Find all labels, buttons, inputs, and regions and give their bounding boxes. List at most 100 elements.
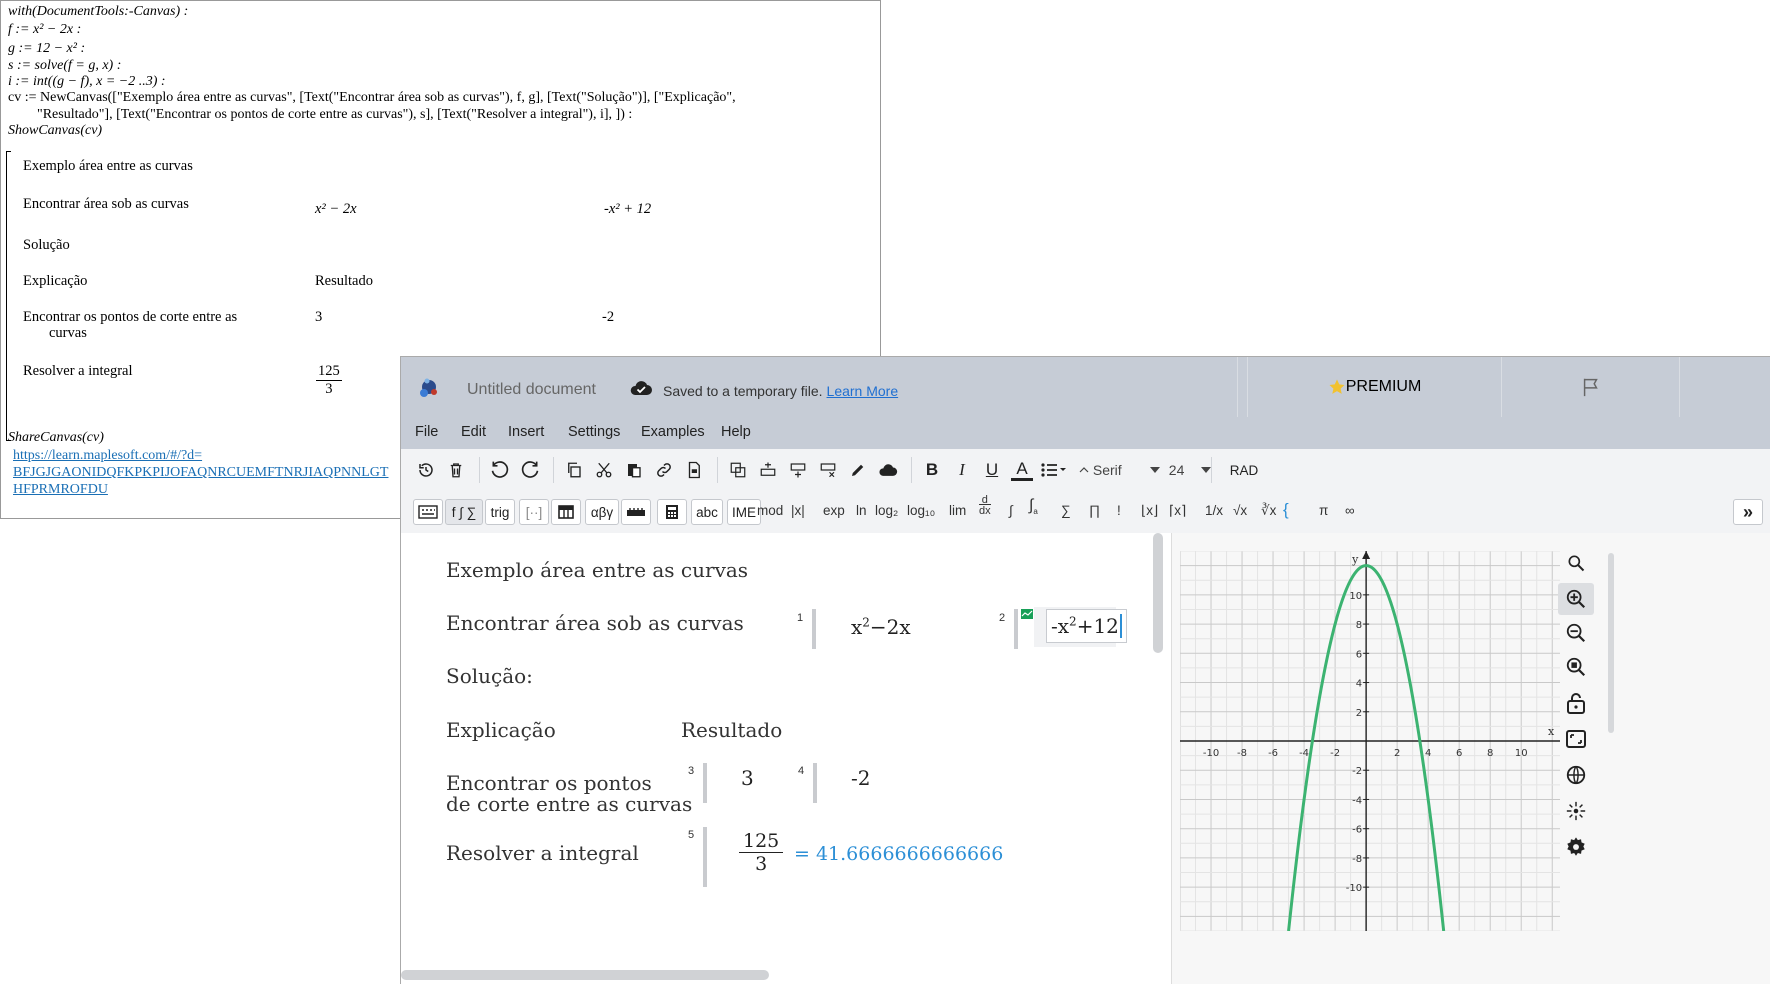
graph-scrollbar[interactable] [1608, 553, 1614, 733]
italic-button[interactable]: I [951, 459, 973, 481]
underline-button[interactable]: U [981, 459, 1003, 481]
insert-row-below-icon[interactable] [787, 459, 809, 481]
menu-edit[interactable]: Edit [461, 424, 486, 440]
maple-share-cmd[interactable]: ShareCanvas(cv) [8, 429, 104, 446]
abs-button[interactable]: |x| [791, 503, 805, 518]
equation-1-expr[interactable]: x2−2x [851, 615, 911, 639]
product-button[interactable]: ∏ [1089, 503, 1100, 518]
doc-row3-label-cont[interactable]: de corte entre as curvas [446, 793, 692, 815]
expand-toolbar-button[interactable]: » [1733, 499, 1763, 525]
menu-insert[interactable]: Insert [508, 424, 544, 440]
menu-help[interactable]: Help [721, 424, 751, 440]
bold-button[interactable]: B [921, 459, 943, 481]
copy-icon[interactable] [563, 459, 585, 481]
history-icon[interactable] [415, 459, 437, 481]
plot-svg[interactable]: x y -10 -8 -6 -4 -2 2 4 6 8 10 -10 -8 -6 -4 -2 2 4 6 8 10 [1180, 551, 1560, 931]
functions-palette-button[interactable]: f ∫ ∑ [445, 499, 483, 525]
document-icon[interactable] [683, 459, 705, 481]
floor-button[interactable]: ⌊x⌋ [1141, 503, 1158, 519]
font-family-select[interactable]: Serif [1079, 459, 1129, 481]
pi-button[interactable]: π [1319, 503, 1328, 518]
doc-title-text[interactable]: Exemplo área entre as curvas [446, 559, 748, 581]
doc-resultado[interactable]: Resultado [681, 719, 782, 741]
cut-icon[interactable] [593, 459, 615, 481]
cbrt-button[interactable]: ∛x [1261, 503, 1276, 519]
equation-5-fraction[interactable]: 125 3 [739, 830, 784, 875]
insert-group-icon[interactable] [727, 459, 749, 481]
angle-mode-button[interactable]: RAD [1227, 459, 1261, 481]
doc-row1-label[interactable]: Encontrar área sob as curvas [446, 612, 744, 634]
equation-4-value[interactable]: -2 [851, 766, 870, 790]
ln-button[interactable]: ln [856, 503, 867, 518]
infinity-button[interactable]: ∞ [1345, 503, 1355, 518]
maple-cmd-line[interactable]: g := 12 − x² : [8, 40, 85, 57]
maple-cmd-line[interactable]: with(DocumentTools:-Canvas) : [8, 3, 188, 20]
insert-row-above-icon[interactable] [757, 459, 779, 481]
share-link[interactable]: https://learn.maplesoft.com/#/?d= [13, 447, 202, 464]
log10-button[interactable]: log₁₀ [907, 503, 935, 518]
doc-explicacao[interactable]: Explicação [446, 719, 556, 741]
limit-button[interactable]: lim [949, 503, 966, 518]
piecewise-button[interactable]: { [1283, 500, 1289, 520]
maple-cmd-line[interactable]: "Resultado"], [Text("Encontrar os pontos… [37, 106, 632, 123]
trig-palette-button[interactable]: trig [485, 499, 515, 525]
zoom-reset-button[interactable] [1558, 547, 1594, 579]
equation-2-input[interactable]: -x2+12 [1046, 609, 1127, 643]
zoom-fit-button[interactable] [1558, 651, 1594, 683]
list-icon[interactable] [1039, 459, 1069, 481]
share-link[interactable]: BFJGJGAONIDQFKPKPIJOFAQNRCUEMFTNRJIAQPNN… [13, 464, 388, 481]
maple-cmd-line[interactable]: ShowCanvas(cv) [8, 122, 102, 139]
sum-button[interactable]: ∑ [1061, 503, 1071, 518]
exp-button[interactable]: exp [823, 503, 845, 518]
matrix-palette-button[interactable]: [··] [519, 499, 549, 525]
share-link[interactable]: HFPRMROFDU [13, 481, 108, 498]
flag-button[interactable] [1501, 357, 1679, 417]
document-title[interactable]: Untitled document [467, 381, 596, 399]
table-palette-button[interactable] [551, 499, 581, 525]
definite-integral-button[interactable]: ∫a [1029, 497, 1038, 516]
units-palette-button[interactable] [621, 499, 651, 525]
maple-cmd-line[interactable]: i := int((g − f), x = −2 ..3) : [8, 73, 166, 90]
premium-button[interactable]: PREMIUM [1247, 357, 1501, 417]
delete-row-icon[interactable] [817, 459, 839, 481]
integral-button[interactable]: ∫ [1009, 503, 1013, 518]
fullscreen-button[interactable] [1558, 723, 1594, 755]
doc-row3-label[interactable]: Encontrar os pontos [446, 772, 652, 794]
font-size-select[interactable]: 24 [1149, 459, 1229, 481]
graph-settings-button[interactable] [1558, 831, 1594, 863]
maple-cmd-line[interactable]: s := solve(f = g, x) : [8, 57, 121, 74]
center-button[interactable] [1558, 795, 1594, 827]
maple-cmd-line[interactable]: cv := NewCanvas(["Exemplo área entre as … [8, 89, 736, 106]
graph-toggle-icon[interactable] [1021, 609, 1033, 619]
globe-button[interactable] [1558, 759, 1594, 791]
app-logo-icon[interactable] [415, 375, 443, 403]
greek-palette-button[interactable]: αβγ [585, 499, 619, 525]
calculator-palette-button[interactable] [657, 499, 687, 525]
pen-icon[interactable] [847, 459, 869, 481]
trash-icon[interactable] [445, 459, 467, 481]
menu-file[interactable]: File [415, 424, 438, 440]
text-palette-button[interactable]: abc [691, 499, 723, 525]
undo-icon[interactable] [489, 459, 511, 481]
learn-more-link[interactable]: Learn More [827, 383, 899, 399]
keyboard-button[interactable] [413, 499, 443, 525]
ime-palette-button[interactable]: IME [727, 499, 761, 525]
cloud-icon[interactable] [877, 459, 899, 481]
factorial-button[interactable]: ! [1117, 503, 1121, 518]
log2-button[interactable]: log₂ [875, 503, 898, 518]
horizontal-scrollbar[interactable] [401, 970, 769, 980]
equation-3-value[interactable]: 3 [741, 766, 754, 790]
text-color-button[interactable]: A [1011, 459, 1033, 481]
zoom-in-button[interactable] [1558, 583, 1594, 615]
document-area[interactable]: Exemplo área entre as curvas Encontrar á… [401, 533, 1171, 984]
doc-row4-label[interactable]: Resolver a integral [446, 842, 639, 864]
sqrt-button[interactable]: √x [1233, 503, 1247, 518]
paste-icon[interactable] [623, 459, 645, 481]
vertical-scrollbar[interactable] [1153, 533, 1163, 653]
ceiling-button[interactable]: ⌈x⌉ [1169, 503, 1186, 519]
menu-examples[interactable]: Examples [641, 424, 705, 440]
reciprocal-button[interactable]: 1/x [1205, 503, 1223, 518]
redo-icon[interactable] [519, 459, 541, 481]
maple-cmd-line[interactable]: f := x² − 2x : [8, 21, 81, 38]
mod-button[interactable]: mod [757, 503, 783, 518]
